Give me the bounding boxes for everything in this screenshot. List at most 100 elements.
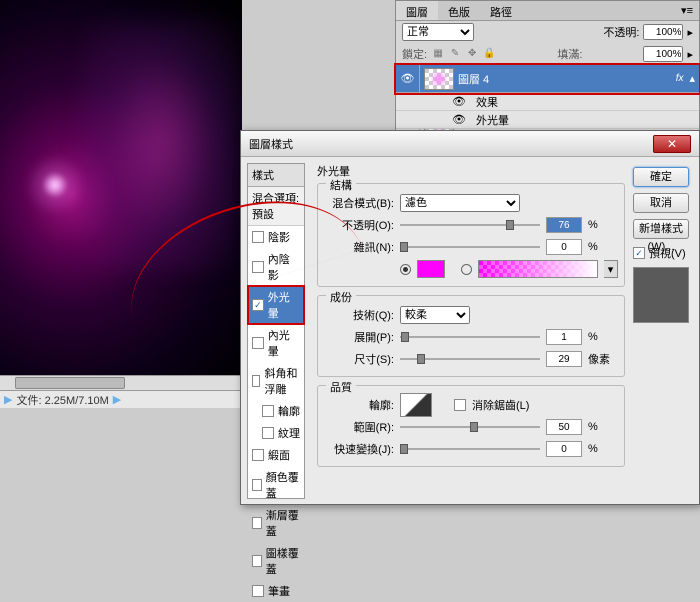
blend-mode-select[interactable]: 濾色: [400, 194, 520, 212]
style-label: 內陰影: [268, 251, 300, 283]
style-item-4[interactable]: 斜角和浮雕: [248, 362, 304, 400]
layer-item-selected[interactable]: 👁 圖層 4 fx ▴: [396, 65, 699, 93]
style-checkbox[interactable]: [252, 261, 264, 273]
effects-sublayer[interactable]: 👁 效果: [396, 93, 699, 111]
style-checkbox[interactable]: [252, 449, 264, 461]
effects-label: 效果: [476, 94, 498, 110]
dialog-title: 圖層樣式: [249, 136, 293, 152]
size-label: 尺寸(S):: [324, 351, 394, 367]
style-checkbox[interactable]: [252, 517, 262, 529]
color-radio[interactable]: [400, 264, 411, 275]
style-label: 顏色覆蓋: [266, 469, 300, 501]
style-item-6[interactable]: 紋理: [248, 422, 304, 444]
style-item-2[interactable]: 外光暈: [248, 286, 304, 324]
style-item-10[interactable]: 圖樣覆蓋: [248, 542, 304, 580]
dialog-titlebar[interactable]: 圖層樣式 ✕: [241, 131, 699, 157]
visibility-eye-icon[interactable]: 👁: [396, 65, 420, 93]
style-checkbox[interactable]: [252, 299, 264, 311]
ok-button[interactable]: 確定: [633, 167, 689, 187]
outerglow-sublayer[interactable]: 👁 外光暈: [396, 111, 699, 129]
jitter-slider[interactable]: [400, 442, 540, 456]
artwork-nebula: [80, 20, 240, 270]
statusbar-dropdown-icon[interactable]: ▶: [113, 393, 121, 406]
size-value[interactable]: 29: [546, 351, 582, 367]
antialias-checkbox[interactable]: [454, 399, 466, 411]
fx-badge[interactable]: fx: [676, 73, 684, 84]
noise-slider[interactable]: [400, 240, 540, 254]
opacity-value[interactable]: 76: [546, 217, 582, 233]
style-checkbox[interactable]: [252, 375, 260, 387]
style-checkbox[interactable]: [252, 555, 262, 567]
lock-all-icon[interactable]: 🔒: [482, 48, 496, 62]
gradient-dropdown-icon[interactable]: ▾: [604, 260, 618, 278]
preview-checkbox[interactable]: [633, 247, 645, 259]
jitter-value[interactable]: 0: [546, 441, 582, 457]
new-style-button[interactable]: 新增樣式(W)...: [633, 219, 689, 239]
status-bar: ▶ 文件: 2.25M/7.10M ▶: [0, 390, 242, 408]
range-slider[interactable]: [400, 420, 540, 434]
tab-paths[interactable]: 路徑: [480, 1, 522, 20]
style-checkbox[interactable]: [252, 479, 262, 491]
opacity-label: 不透明(O):: [324, 217, 394, 233]
technique-label: 技術(Q):: [324, 307, 394, 323]
visibility-eye-icon[interactable]: 👁: [452, 113, 466, 126]
fill-input[interactable]: [643, 46, 683, 62]
fx-collapse-icon[interactable]: ▴: [689, 72, 695, 85]
technique-select[interactable]: 較柔: [400, 306, 470, 324]
tab-layers[interactable]: 圖層: [396, 1, 438, 20]
visibility-eye-icon[interactable]: 👁: [452, 95, 466, 108]
blend-row: 正常 不透明: ▸: [396, 21, 699, 43]
style-item-0[interactable]: 陰影: [248, 226, 304, 248]
opacity-slider[interactable]: [400, 218, 540, 232]
layer-thumbnail[interactable]: [424, 68, 454, 90]
fill-label: 填滿:: [557, 46, 582, 62]
style-item-3[interactable]: 內光暈: [248, 324, 304, 362]
style-checkbox[interactable]: [252, 585, 264, 597]
blend-mode-select[interactable]: 正常: [402, 23, 474, 41]
group-quality-title: 品質: [326, 379, 356, 395]
close-button[interactable]: ✕: [653, 135, 691, 153]
range-value[interactable]: 50: [546, 419, 582, 435]
blending-options-item[interactable]: 混合選項: 預設: [248, 187, 304, 226]
contour-picker[interactable]: [400, 393, 432, 417]
style-checkbox[interactable]: [262, 427, 274, 439]
noise-value[interactable]: 0: [546, 239, 582, 255]
lock-label: 鎖定:: [402, 46, 427, 62]
style-item-9[interactable]: 漸層覆蓋: [248, 504, 304, 542]
style-checkbox[interactable]: [252, 337, 264, 349]
noise-label: 雜訊(N):: [324, 239, 394, 255]
style-item-7[interactable]: 緞面: [248, 444, 304, 466]
tab-channels[interactable]: 色版: [438, 1, 480, 20]
style-item-11[interactable]: 筆畫: [248, 580, 304, 602]
panel-menu-icon[interactable]: ▾≡: [675, 1, 699, 20]
cancel-button[interactable]: 取消: [633, 193, 689, 213]
style-item-8[interactable]: 顏色覆蓋: [248, 466, 304, 504]
contour-label: 輪廓:: [324, 397, 394, 413]
lock-position-icon[interactable]: ✥: [465, 48, 479, 62]
spread-value[interactable]: 1: [546, 329, 582, 345]
blend-mode-label: 混合模式(B):: [324, 195, 394, 211]
pct-unit: %: [588, 421, 618, 433]
document-canvas[interactable]: [0, 0, 242, 390]
styles-header[interactable]: 樣式: [248, 164, 304, 187]
gradient-picker[interactable]: [478, 260, 598, 278]
gradient-radio[interactable]: [461, 264, 472, 275]
style-checkbox[interactable]: [252, 231, 264, 243]
group-elements-title: 成份: [326, 289, 356, 305]
style-item-1[interactable]: 內陰影: [248, 248, 304, 286]
scrollbar-thumb[interactable]: [15, 377, 125, 389]
size-slider[interactable]: [400, 352, 540, 366]
style-label: 緞面: [268, 447, 290, 463]
opacity-dropdown-icon[interactable]: ▸: [687, 26, 693, 39]
opacity-input[interactable]: [643, 24, 683, 40]
style-item-5[interactable]: 輪廓: [248, 400, 304, 422]
glow-color-swatch[interactable]: [417, 260, 445, 278]
lock-paint-icon[interactable]: ✎: [448, 48, 462, 62]
horizontal-scrollbar[interactable]: [0, 375, 242, 390]
group-structure-title: 結構: [326, 177, 356, 193]
fill-dropdown-icon[interactable]: ▸: [687, 48, 693, 61]
spread-slider[interactable]: [400, 330, 540, 344]
style-checkbox[interactable]: [262, 405, 274, 417]
settings-column: 外光暈 結構 混合模式(B): 濾色 不透明(O): 76 % 雜訊(N): 0: [309, 157, 633, 505]
lock-transparency-icon[interactable]: ▦: [431, 48, 445, 62]
